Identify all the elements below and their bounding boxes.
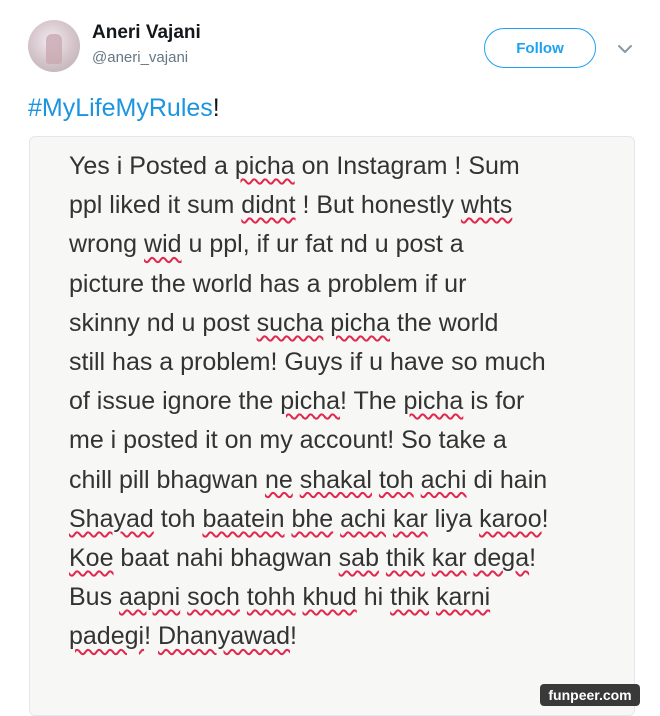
misspelled-word: padegi (69, 622, 145, 651)
misspelled-word: sab (338, 544, 379, 573)
note-text-segment: ! But honestly (295, 191, 461, 220)
misspelled-word: Shayad (69, 504, 154, 533)
note-text-segment: of issue ignore the (69, 387, 281, 416)
misspelled-word: bhe (291, 504, 334, 533)
misspelled-word: kar (431, 544, 467, 573)
note-text-segment: ! The (340, 387, 404, 416)
note-line: still has a problem! Guys if u have so m… (69, 343, 629, 382)
misspelled-word: picha (280, 387, 341, 416)
note-line: padegi! Dhanyawad! (69, 617, 629, 656)
misspelled-word: baatein (202, 504, 285, 533)
misspelled-word: soch (187, 583, 240, 612)
watermark: funpeer.com (540, 684, 640, 706)
note-text-segment: hi (356, 583, 391, 612)
note-text-segment: picture the world has a problem if ur (69, 269, 467, 298)
misspelled-word: Dhanyawad (157, 622, 291, 651)
note-text-segment: on Instagram ! Sum (294, 152, 520, 180)
misspelled-word: Koe (69, 544, 114, 573)
note-text: Yes i Posted a picha on Instagram ! Sum p… (69, 147, 629, 657)
note-line: chill pill bhagwan ne shakal toh achi di… (69, 461, 629, 500)
user-handle[interactable]: @aneri_vajani (92, 49, 188, 66)
misspelled-word: thik (390, 583, 430, 612)
note-line: Bus aapni soch tohh khud hi thik karni (69, 578, 629, 617)
note-text-segment (379, 544, 386, 572)
tweet-header: Aneri Vajani @aneri_vajani Follow (0, 0, 660, 82)
note-text-segment: the world (390, 308, 499, 337)
note-line: skinny nd u post sucha picha the world (69, 304, 629, 343)
note-text-segment: wrong (69, 230, 145, 259)
misspelled-word: kar (392, 504, 428, 533)
note-text-segment: Yes i Posted a (69, 152, 235, 180)
misspelled-word: achi (340, 504, 386, 533)
note-line: picture the world has a problem if ur (69, 265, 629, 304)
note-text-segment: skinny nd u post (69, 308, 257, 337)
note-text-segment (386, 505, 393, 533)
tweet-image[interactable]: Yes i Posted a picha on Instagram ! Sum p… (29, 136, 635, 716)
note-text-segment: ! (144, 622, 158, 651)
misspelled-word: whts (460, 191, 513, 220)
note-text-segment: is for (463, 387, 525, 416)
note-text-segment (414, 466, 421, 494)
note-text-segment: me i posted it on my account! So take a (69, 426, 507, 455)
note-text-segment (425, 544, 432, 572)
misspelled-word: picha (234, 152, 295, 180)
note-line: of issue ignore the picha! The picha is … (69, 382, 629, 421)
note-text-segment: still has a problem! Guys if u have so m… (69, 348, 546, 377)
misspelled-word: khud (302, 583, 357, 612)
tweet-text-suffix: ! (212, 94, 220, 122)
note-line: Koe baat nahi bhagwan sab thik kar dega! (69, 539, 629, 578)
avatar[interactable] (28, 20, 80, 72)
note-line: Yes i Posted a picha on Instagram ! Sum (69, 147, 629, 186)
misspelled-word: ne (264, 465, 293, 494)
note-text-segment: toh (153, 504, 203, 533)
misspelled-word: karoo (479, 504, 542, 533)
note-text-segment: liya (427, 504, 480, 533)
misspelled-word: picha (403, 387, 464, 416)
note-text-segment (429, 583, 436, 611)
note-line: me i posted it on my account! So take a (69, 421, 629, 460)
misspelled-word: thik (385, 544, 425, 573)
misspelled-word: sucha (256, 308, 324, 337)
misspelled-word: achi (420, 465, 467, 494)
note-text-segment: chill pill bhagwan (69, 465, 265, 494)
note-text-segment: ! (529, 544, 537, 573)
note-text-segment: Bus (69, 583, 120, 612)
tweet-text: #MyLifeMyRules! (28, 94, 220, 123)
note-text-segment: di hain (466, 465, 548, 494)
misspelled-word: wid (144, 230, 182, 259)
note-line: Shayad toh baatein bhe achi kar liya kar… (69, 500, 629, 539)
note-text-segment (293, 466, 300, 494)
misspelled-word: tohh (246, 583, 296, 612)
misspelled-word: didnt (241, 191, 296, 220)
misspelled-word: toh (378, 465, 414, 494)
misspelled-word: karni (435, 583, 491, 612)
note-text-segment: u ppl, if ur fat nd u post a (181, 230, 464, 259)
hashtag-link[interactable]: #MyLifeMyRules (28, 94, 213, 122)
note-text-segment: ! (290, 622, 297, 651)
note-text-segment: baat nahi bhagwan (113, 544, 339, 573)
note-text-segment (240, 583, 247, 611)
misspelled-word: aapni (119, 583, 181, 612)
note-text-segment: ! (541, 504, 549, 533)
note-line: ppl liked it sum didnt ! But honestly wh… (69, 186, 629, 225)
note-text-segment (296, 583, 303, 611)
user-name[interactable]: Aneri Vajani (92, 22, 201, 44)
note-text-segment (372, 466, 379, 494)
note-text-segment: ppl liked it sum (69, 191, 242, 220)
misspelled-word: picha (330, 308, 391, 337)
follow-button[interactable]: Follow (484, 28, 596, 68)
misspelled-word: dega (473, 544, 530, 573)
chevron-down-icon[interactable] (614, 38, 636, 60)
misspelled-word: shakal (299, 465, 372, 494)
note-line: wrong wid u ppl, if ur fat nd u post a (69, 225, 629, 264)
